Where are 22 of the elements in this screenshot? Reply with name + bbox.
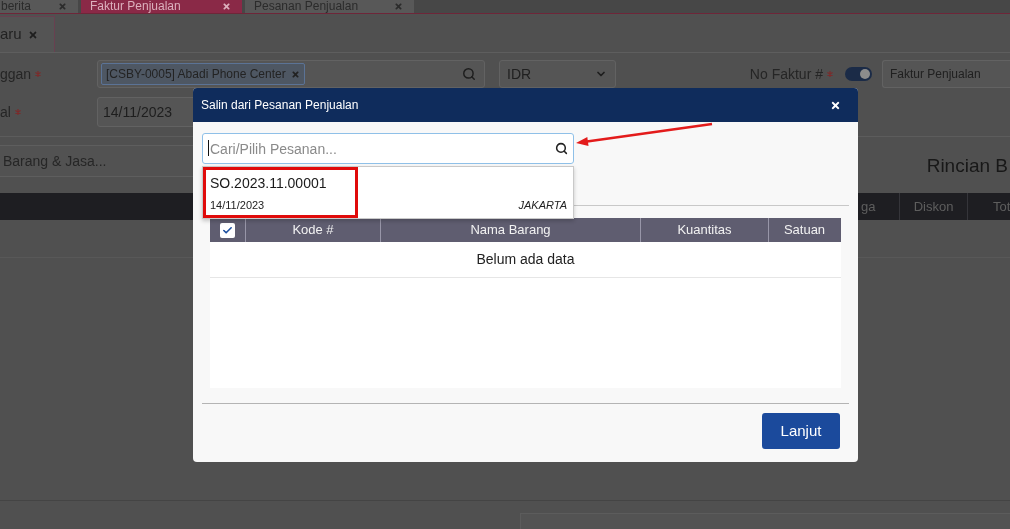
order-location: JAKARTA	[518, 199, 567, 212]
column-header: Diskon	[900, 193, 968, 220]
order-search-field[interactable]: Cari/Pilih Pesanan...	[202, 133, 574, 164]
order-date: 14/11/2023	[210, 199, 266, 212]
customer-tag[interactable]: [CSBY-0005] Abadi Phone Center	[101, 63, 305, 85]
empty-message: Belum ada data	[476, 250, 575, 269]
column-header: Satuan	[782, 221, 827, 240]
column-header: Kuantitas	[641, 218, 769, 242]
check-icon	[222, 224, 233, 236]
column-header: Tot	[992, 197, 1010, 216]
app-tab[interactable]: Faktur Penjualan	[81, 0, 242, 13]
section-title: Rincian B	[926, 155, 1008, 177]
text-cursor	[208, 140, 209, 156]
continue-button[interactable]: Lanjut	[762, 413, 840, 449]
remove-icon[interactable]	[290, 69, 300, 79]
close-icon[interactable]	[830, 99, 841, 111]
toggle-switch[interactable]	[845, 67, 872, 81]
search-icon[interactable]	[555, 142, 568, 155]
dropdown-option[interactable]: SO.2023.11.00001 14/11/2023 JAKARTA	[203, 167, 573, 218]
select-all-checkbox[interactable]	[220, 222, 235, 238]
customer-field[interactable]: [CSBY-0005] Abadi Phone Center	[97, 60, 485, 88]
order-number: SO.2023.11.00001	[210, 175, 328, 192]
